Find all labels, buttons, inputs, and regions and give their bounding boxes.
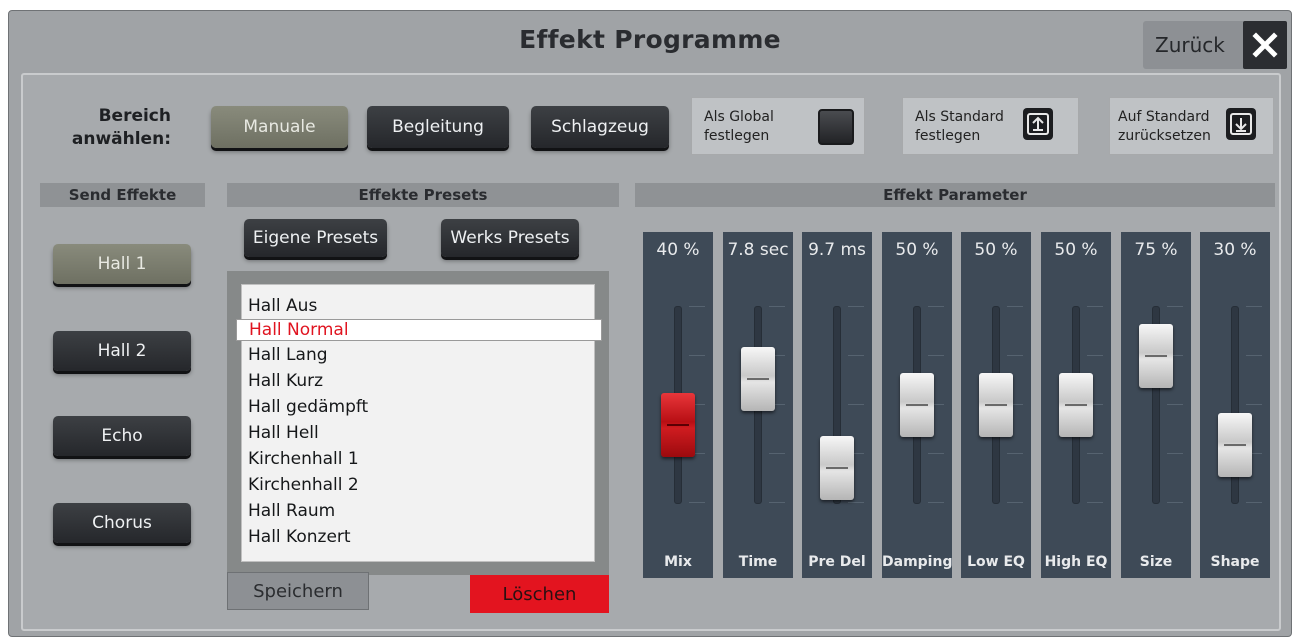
back-label: Zurück <box>1155 33 1225 57</box>
send-effect-hall-1[interactable]: Hall 1 <box>53 244 191 284</box>
title-bar: Effekt Programme Zurück <box>9 11 1291 73</box>
fader-pre-del[interactable]: 9.7 ms Pre Del <box>802 232 872 578</box>
fader-knob[interactable] <box>661 393 695 457</box>
werks-presets-button[interactable]: Werks Presets <box>441 219 579 257</box>
list-item[interactable]: Hall Konzert <box>248 524 351 550</box>
fader-mix[interactable]: 40 % Mix <box>643 232 713 578</box>
send-effect-hall-2[interactable]: Hall 2 <box>53 331 191 371</box>
als-standard-label: Als Standard festlegen <box>915 108 1004 146</box>
list-item[interactable]: Hall gedämpft <box>248 394 368 420</box>
fader-label: Time <box>738 554 778 570</box>
list-item[interactable]: Kirchenhall 2 <box>248 472 359 498</box>
send-effect-echo[interactable]: Echo <box>53 416 191 456</box>
eigene-presets-button[interactable]: Eigene Presets <box>244 219 387 257</box>
list-item[interactable]: Hall Kurz <box>248 368 323 394</box>
window-title: Effekt Programme <box>519 25 781 54</box>
bereich-label-line2: anwählen: <box>71 129 171 149</box>
fader-knob[interactable] <box>1059 373 1093 437</box>
als-global-label: Als Global festlegen <box>704 108 774 146</box>
fader-knob[interactable] <box>1218 413 1252 477</box>
bereich-label-line1: Bereich <box>98 106 171 126</box>
fader-low-eq[interactable]: 50 % Low EQ <box>961 232 1031 578</box>
fader-value: 50 % <box>974 240 1018 260</box>
fader-time[interactable]: 7.8 sec Time <box>723 232 793 578</box>
schlagzeug-button[interactable]: Schlagzeug <box>531 106 669 148</box>
close-icon[interactable] <box>1243 21 1287 69</box>
list-item[interactable]: Hall Lang <box>248 342 328 368</box>
list-item[interactable]: Hall Aus <box>248 293 317 319</box>
fader-damping[interactable]: 50 % Damping <box>882 232 952 578</box>
fader-value: 50 % <box>1054 240 1098 260</box>
als-standard-line2: festlegen <box>915 128 981 144</box>
fader-knob[interactable] <box>1139 324 1173 388</box>
preset-list[interactable]: Hall Aus Hall Normal Hall Lang Hall Kurz… <box>236 284 602 562</box>
fader-label: Damping <box>882 554 953 570</box>
auf-standard-label: Auf Standard zurücksetzen <box>1118 108 1211 146</box>
fader-value: 30 % <box>1213 240 1257 260</box>
auf-standard-option[interactable]: Auf Standard zurücksetzen <box>1109 97 1274 155</box>
fader-value: 50 % <box>895 240 939 260</box>
effekt-parameter-header: Effekt Parameter <box>635 183 1275 207</box>
list-item[interactable]: Kirchenhall 1 <box>248 446 359 472</box>
als-standard-option[interactable]: Als Standard festlegen <box>902 97 1079 155</box>
begleitung-button[interactable]: Begleitung <box>367 106 509 148</box>
list-item-selected[interactable]: Hall Normal <box>236 319 602 341</box>
upload-icon[interactable] <box>1023 108 1053 140</box>
manuale-button[interactable]: Manuale <box>211 106 348 148</box>
fader-knob[interactable] <box>979 373 1013 437</box>
fader-value: 7.8 sec <box>727 240 789 260</box>
fader-label: Mix <box>664 554 692 570</box>
global-toggle-icon[interactable] <box>818 109 854 145</box>
fader-label: Shape <box>1210 554 1260 570</box>
back-button[interactable]: Zurück <box>1143 21 1287 69</box>
list-item[interactable]: Hall Hell <box>248 420 319 446</box>
auf-standard-line1: Auf Standard <box>1118 109 1210 125</box>
fader-value: 40 % <box>656 240 700 260</box>
fader-knob[interactable] <box>820 436 854 500</box>
als-standard-line1: Als Standard <box>915 109 1004 125</box>
fader-size[interactable]: 75 % Size <box>1121 232 1191 578</box>
fader-knob[interactable] <box>900 373 934 437</box>
effekt-programme-window: Effekt Programme Zurück Bereich anwählen… <box>8 10 1292 637</box>
als-global-line2: festlegen <box>704 128 770 144</box>
effekte-presets-header: Effekte Presets <box>227 183 619 207</box>
bereich-label: Bereich anwählen: <box>61 105 171 151</box>
send-effect-chorus[interactable]: Chorus <box>53 503 191 543</box>
fader-value: 9.7 ms <box>808 240 866 260</box>
fader-shape[interactable]: 30 % Shape <box>1200 232 1270 578</box>
fader-label: Low EQ <box>967 554 1025 570</box>
list-item[interactable]: Hall Raum <box>248 498 335 524</box>
loeschen-button[interactable]: Löschen <box>470 575 609 613</box>
fader-label: High EQ <box>1044 554 1108 570</box>
auf-standard-line2: zurücksetzen <box>1118 128 1211 144</box>
fader-knob[interactable] <box>741 347 775 411</box>
fader-high-eq[interactable]: 50 % High EQ <box>1041 232 1111 578</box>
als-global-option[interactable]: Als Global festlegen <box>691 97 865 155</box>
speichern-button[interactable]: Speichern <box>227 572 369 610</box>
send-effekte-header: Send Effekte <box>40 183 205 207</box>
als-global-line1: Als Global <box>704 109 774 125</box>
fader-value: 75 % <box>1134 240 1178 260</box>
fader-label: Size <box>1139 554 1173 570</box>
download-icon[interactable] <box>1226 108 1256 140</box>
fader-label: Pre Del <box>808 554 866 570</box>
